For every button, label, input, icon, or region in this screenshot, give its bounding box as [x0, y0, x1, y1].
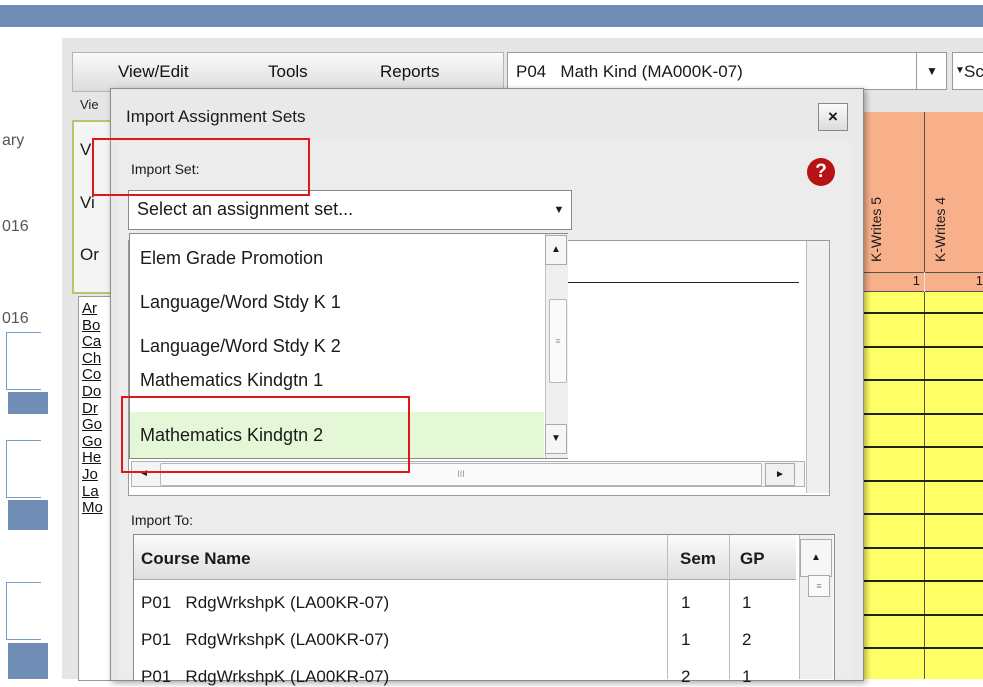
grid-row-divider — [862, 446, 983, 448]
view-option-2[interactable]: Vi — [80, 193, 95, 213]
import-to-label: Import To: — [131, 512, 193, 528]
grid-row-divider — [862, 345, 983, 348]
grid-header-label: K-Writes 4 — [932, 196, 948, 262]
left-fragment-3: 016 — [2, 310, 29, 327]
student-list-item[interactable]: Go — [82, 416, 102, 433]
left-card-2[interactable] — [6, 440, 41, 498]
student-list-item[interactable]: Mo — [82, 499, 103, 516]
preview-table-header — [546, 242, 799, 283]
scroll-grip-icon[interactable]: ≡ — [808, 575, 830, 597]
grid-header-label: K-Writes 5 — [868, 196, 884, 262]
chevron-down-icon[interactable]: ▼ — [547, 191, 571, 229]
help-icon[interactable]: ? — [807, 158, 835, 186]
grid-column-k-writes-4[interactable] — [925, 292, 983, 679]
table-row-sem: 2 — [681, 667, 691, 686]
left-fragment-2: 016 — [2, 218, 29, 235]
dropdown-option[interactable]: Language/Word Stdy K 1 — [130, 280, 544, 324]
chevron-up-icon[interactable]: ▲ — [800, 539, 832, 577]
top-header-strip — [0, 5, 983, 27]
grid-row-divider — [862, 613, 983, 616]
left-card-3[interactable] — [6, 582, 41, 640]
student-list-item[interactable]: Ar — [82, 300, 97, 317]
column-header-gp[interactable]: GP — [740, 549, 765, 569]
student-list-item[interactable]: Do — [82, 383, 101, 400]
preview-vertical-scrollbar[interactable] — [806, 241, 829, 493]
import-set-select-value: Select an assignment set... — [137, 199, 354, 219]
student-list-item[interactable]: Ca — [82, 333, 101, 350]
grid-column-k-writes-5[interactable] — [862, 292, 925, 679]
table-row-sem: 1 — [681, 593, 691, 612]
course-select-value: P04 Math Kind (MA000K-07) — [516, 62, 743, 81]
grid-row-divider — [862, 412, 983, 415]
student-list-item[interactable]: Go — [82, 433, 102, 450]
grid-count: 1 — [925, 272, 983, 292]
grid-row-divider — [862, 513, 983, 515]
column-divider — [729, 535, 730, 679]
grid-row-divider — [862, 580, 983, 582]
grid-row-divider — [862, 647, 983, 649]
column-header-sem[interactable]: Sem — [680, 549, 716, 569]
grid-row-divider — [862, 546, 983, 549]
dropdown-option[interactable]: Language/Word Stdy K 2 — [130, 324, 544, 368]
dropdown-option[interactable]: Mathematics Kindgtn 1 — [130, 365, 544, 395]
left-strip-2 — [8, 500, 48, 530]
table-row-course[interactable]: P01 RdgWrkshpK (LA00KR-07) — [141, 593, 389, 613]
left-fragment-1: ary — [2, 132, 25, 149]
annotation-highlight-selected-option — [121, 396, 410, 473]
left-strip-1 — [8, 392, 48, 414]
student-list-item[interactable]: He — [82, 449, 101, 466]
table-row-course[interactable]: P01 RdgWrkshpK (LA00KR-07) — [141, 630, 389, 650]
student-list-item[interactable]: Jo — [82, 466, 98, 483]
student-list-item[interactable]: La — [82, 483, 99, 500]
table-row-gp: 1 — [742, 593, 752, 612]
table-row-gp: 1 — [742, 667, 752, 686]
student-list-item[interactable]: Ch — [82, 350, 101, 367]
menu-reports[interactable]: Reports — [380, 62, 440, 82]
view-tab-label: Vie — [80, 97, 99, 112]
chevron-right-icon[interactable]: ► — [765, 463, 795, 486]
menu-tools[interactable]: Tools — [268, 62, 308, 82]
chevron-down-icon[interactable]: ▼ — [545, 424, 567, 454]
student-list-item[interactable]: Co — [82, 366, 101, 383]
dropdown-option[interactable]: Elem Grade Promotion — [130, 236, 544, 280]
dialog-title: Import Assignment Sets — [126, 107, 306, 126]
close-icon[interactable]: × — [818, 103, 848, 131]
chevron-down-icon[interactable]: ▼ — [955, 52, 967, 90]
scroll-grip-icon[interactable]: ≡ — [549, 299, 567, 383]
left-strip-3 — [8, 643, 48, 679]
chevron-down-icon[interactable]: ▼ — [916, 52, 947, 90]
table-row-sem: 1 — [681, 630, 691, 649]
column-header-course-name[interactable]: Course Name — [141, 549, 251, 569]
chevron-up-icon[interactable]: ▲ — [545, 235, 567, 265]
grid-row-divider — [862, 479, 983, 482]
column-divider — [667, 535, 668, 679]
grid-count: 1 — [862, 272, 924, 292]
table-row-course[interactable]: P01 RdgWrkshpK (LA00KR-07) — [141, 667, 389, 687]
student-list-item[interactable]: Dr — [82, 400, 98, 417]
grid-row-divider — [862, 312, 983, 314]
table-row-gp: 2 — [742, 630, 752, 649]
menu-view-edit[interactable]: View/Edit — [118, 62, 189, 82]
annotation-highlight-import-set — [92, 138, 310, 196]
grid-row-divider — [862, 379, 983, 381]
left-card-1[interactable] — [6, 332, 41, 390]
student-list-item[interactable]: Bo — [82, 317, 100, 334]
order-option[interactable]: Or — [80, 245, 99, 265]
